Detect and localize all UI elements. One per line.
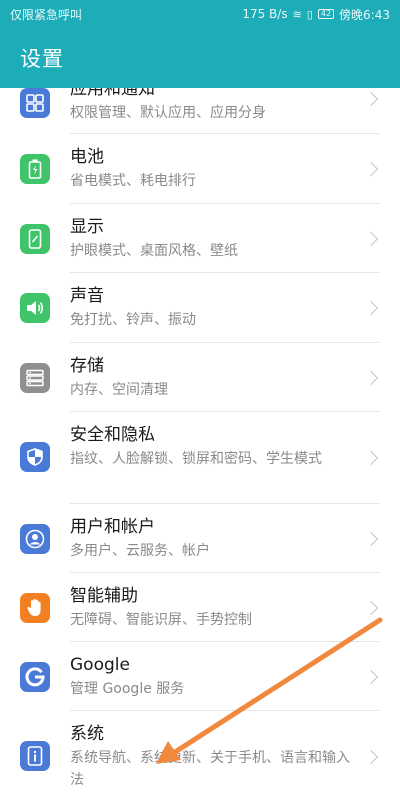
chevron-right-icon [363,450,379,466]
chevron-right-icon [363,231,379,247]
settings-item-title: 应用和通知 [70,88,155,99]
settings-item-system[interactable]: 系统 系统导航、系统更新、关于手机、语言和输入法 [0,711,400,800]
settings-item-subtitle: 多用户、云服务、帐户 [70,543,210,559]
hand-icon [20,593,50,623]
chevron-right-icon [363,91,379,107]
settings-item-title: 电池 [70,147,104,167]
settings-item-battery[interactable]: 电池 省电模式、耗电排行 [0,134,400,203]
settings-item-subtitle: 指纹、人脸解锁、锁屏和密码、学生模式 [70,451,322,467]
status-bar: 仅限紧急呼叫 175 B/s ≋ ▯ 42 傍晚6:43 [0,0,400,28]
settings-item-subtitle: 护眼模式、桌面风格、壁纸 [70,243,238,259]
settings-item-title: 安全和隐私 [70,425,155,445]
status-indicators: 175 B/s ≋ ▯ 42 傍晚6:43 [242,6,390,23]
chevron-right-icon [363,370,379,386]
settings-item-subtitle: 权限管理、默认应用、应用分身 [70,105,266,121]
settings-item-title: 存储 [70,356,104,376]
settings-item-google[interactable]: Google 管理 Google 服务 [0,642,400,710]
chevron-right-icon [363,669,379,685]
sim-icon: ▯ [306,7,313,21]
clock: 傍晚6:43 [339,7,390,22]
shield-icon [20,442,50,472]
wifi-icon: ≋ [292,7,302,21]
settings-item-subtitle: 管理 Google 服务 [70,681,185,697]
settings-item-display[interactable]: 显示 护眼模式、桌面风格、壁纸 [0,204,400,272]
chevron-right-icon [363,531,379,547]
settings-item-apps[interactable]: 应用和通知 权限管理、默认应用、应用分身 [0,88,400,133]
google-g-icon [20,662,50,692]
settings-item-title: 声音 [70,286,104,306]
chevron-right-icon [363,749,379,765]
settings-item-title: Google [70,655,130,675]
page-title: 设置 [20,47,64,71]
info-icon [20,741,50,771]
chevron-right-icon [363,161,379,177]
battery-icon [20,154,50,184]
settings-item-subtitle: 免打扰、铃声、振动 [70,312,196,328]
battery-indicator: 42 [317,9,335,19]
settings-item-users[interactable]: 用户和帐户 多用户、云服务、帐户 [0,504,400,572]
chevron-right-icon [363,600,379,616]
settings-item-smart-assist[interactable]: 智能辅助 无障碍、智能识屏、手势控制 [0,573,400,641]
settings-item-sound[interactable]: 声音 免打扰、铃声、振动 [0,273,400,342]
app-bar: 设置 [0,28,400,88]
carrier-status-text: 仅限紧急呼叫 [10,7,83,22]
user-icon [20,524,50,554]
settings-item-title: 系统 [70,724,104,744]
settings-item-title: 用户和帐户 [70,517,155,537]
network-speed: 175 B/s [242,7,288,21]
settings-item-storage[interactable]: 存储 内存、空间清理 [0,343,400,411]
settings-list[interactable]: 应用和通知 权限管理、默认应用、应用分身 电池 省电模式、耗电排行 显示 护眼模… [0,88,400,800]
settings-item-title: 显示 [70,217,104,237]
settings-item-subtitle: 省电模式、耗电排行 [70,173,196,189]
chevron-right-icon [363,300,379,316]
display-icon [20,224,50,254]
settings-item-subtitle: 无障碍、智能识屏、手势控制 [70,612,252,628]
settings-item-title: 智能辅助 [70,586,138,606]
speaker-icon [20,293,50,323]
settings-item-security[interactable]: 安全和隐私 指纹、人脸解锁、锁屏和密码、学生模式 [0,412,400,503]
apps-grid-icon [20,88,50,118]
storage-icon [20,363,50,393]
settings-item-subtitle: 系统导航、系统更新、关于手机、语言和输入法 [70,750,350,788]
settings-item-subtitle: 内存、空间清理 [70,382,168,398]
